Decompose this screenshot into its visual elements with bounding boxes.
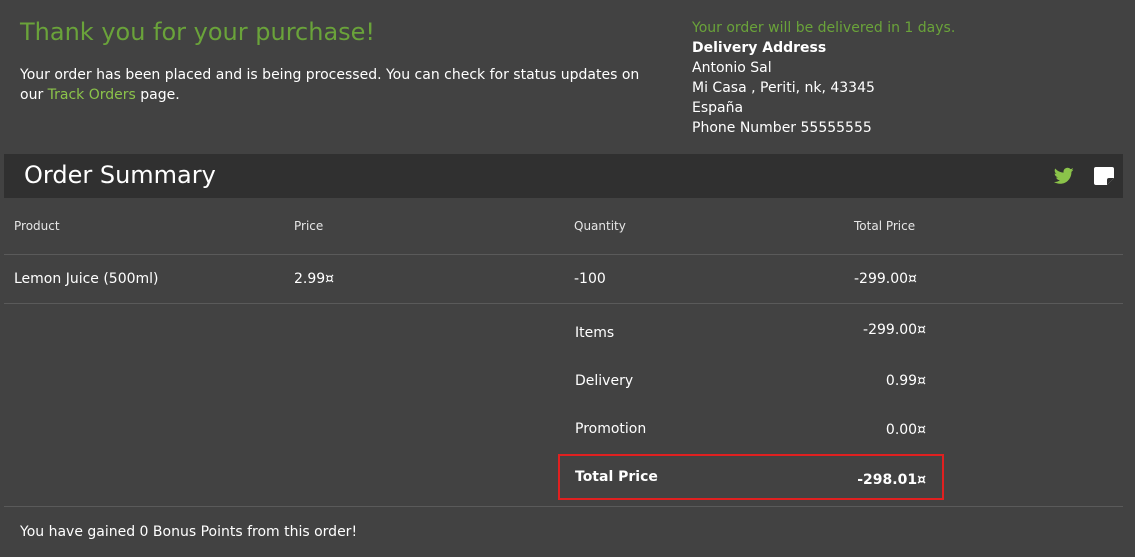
row-product: Lemon Juice (500ml) <box>14 271 159 287</box>
delivery-street: Mi Casa , Periti, nk, 43345 <box>692 80 875 96</box>
row-price: 2.99¤ <box>294 271 335 287</box>
items-label: Items <box>575 325 615 341</box>
order-totals: Items -299.00¤ Delivery 0.99¤ Promotion … <box>4 304 1123 507</box>
twitter-icon[interactable] <box>1053 165 1075 187</box>
table-row: Lemon Juice (500ml) 2.99¤ -100 -299.00¤ <box>4 255 1123 304</box>
delivery-address-title: Delivery Address <box>692 40 827 56</box>
header-quantity: Quantity <box>574 219 626 233</box>
thank-you-title: Thank you for your purchase! <box>20 18 376 46</box>
order-summary-header: Order Summary <box>4 154 1123 198</box>
bonus-points-message: You have gained 0 Bonus Points from this… <box>20 524 358 540</box>
total-price-value: -298.01¤ <box>857 472 926 488</box>
delivery-country: España <box>692 100 744 116</box>
delivery-phone: Phone Number 55555555 <box>692 120 872 136</box>
order-summary-title: Order Summary <box>24 161 216 189</box>
delivery-value: 0.99¤ <box>885 373 926 389</box>
delivery-label: Delivery <box>575 373 634 389</box>
confirmation-message: Your order has been placed and is being … <box>20 65 660 105</box>
total-price-label: Total Price <box>575 469 658 485</box>
row-total: -299.00¤ <box>854 271 917 287</box>
promotion-value: 0.00¤ <box>885 422 926 438</box>
table-header: Product Price Quantity Total Price <box>4 198 1123 255</box>
row-quantity: -100 <box>574 271 606 287</box>
promotion-label: Promotion <box>575 421 647 437</box>
order-confirmation-page: Thank you for your purchase! Your order … <box>0 0 1135 557</box>
confirmation-text-after: page. <box>140 87 180 103</box>
items-value: -299.00¤ <box>863 322 926 338</box>
header-product: Product <box>14 219 60 233</box>
header-price: Price <box>294 219 324 233</box>
header-total-price: Total Price <box>854 219 916 233</box>
save-icon[interactable] <box>1093 165 1115 187</box>
track-orders-link[interactable]: Track Orders <box>48 87 136 103</box>
delivery-eta: Your order will be delivered in 1 days. <box>692 20 956 36</box>
delivery-name: Antonio Sal <box>692 60 772 76</box>
delivery-info: Your order will be delivered in 1 days. … <box>692 18 955 138</box>
order-items-table: Product Price Quantity Total Price Lemon… <box>4 198 1123 304</box>
